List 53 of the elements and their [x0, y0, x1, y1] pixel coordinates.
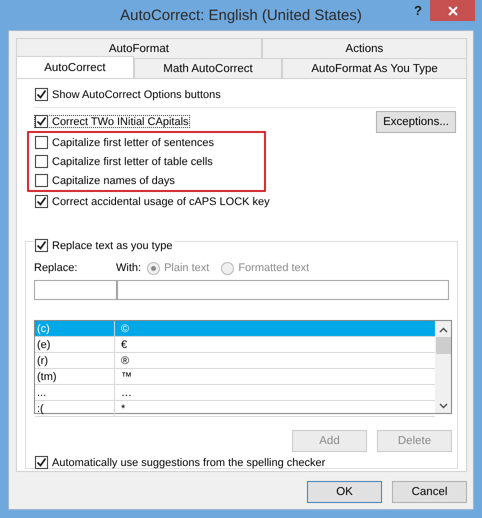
scroll-thumb[interactable]	[436, 337, 450, 354]
checkbox[interactable]	[35, 88, 48, 101]
tab[interactable]: Math AutoCorrect	[134, 58, 282, 78]
tab[interactable]: AutoFormat	[16, 38, 262, 58]
with-field[interactable]	[118, 280, 449, 300]
table-cell: (c)	[35, 321, 115, 336]
checkbox[interactable]	[35, 174, 48, 187]
exceptions-button[interactable]: Exceptions...	[376, 110, 456, 132]
close-button[interactable]	[430, 0, 475, 21]
checkbox-option[interactable]: Correct TWo INitial CApitals	[34, 115, 190, 128]
table-cell-text: ™	[120, 370, 132, 382]
scrollbar[interactable]	[435, 321, 451, 413]
table-cell-text: ©	[120, 322, 130, 334]
checkbox[interactable]	[35, 155, 48, 168]
window-title: AutoCorrect: English (United States)	[120, 6, 362, 24]
table-cell-text: ®	[120, 354, 130, 366]
scroll-down-icon[interactable]	[438, 403, 448, 409]
checkbox[interactable]	[35, 239, 48, 252]
checkbox[interactable]	[35, 195, 48, 208]
table-cell: (e)	[35, 337, 115, 352]
table-cell: ...	[35, 385, 115, 400]
tab[interactable]: Actions	[262, 38, 467, 58]
checkbox-option[interactable]: Automatically use suggestions from the spelling checker	[34, 456, 326, 469]
list-row[interactable]: ... …	[35, 385, 435, 401]
checkbox-option[interactable]: Capitalize first letter of table cells	[34, 155, 214, 168]
table-cell-text: …	[120, 386, 132, 398]
list-row[interactable]: (tm) ™	[35, 369, 435, 385]
checkbox[interactable]	[35, 136, 48, 149]
list-row[interactable]: (e) €	[35, 337, 435, 353]
checkbox[interactable]	[35, 456, 48, 469]
tab[interactable]: AutoFormat As You Type	[282, 58, 467, 78]
table-cell-text: *	[120, 402, 126, 414]
with-label: With:	[116, 262, 142, 274]
table-cell: (r)	[35, 353, 115, 368]
table-cell: :(	[35, 401, 115, 416]
help-button[interactable]: ?	[410, 3, 426, 18]
checkbox-option[interactable]: Capitalize names of days	[34, 174, 176, 187]
checkbox-option[interactable]: Replace text as you type	[34, 239, 176, 252]
replace-field[interactable]	[34, 280, 118, 300]
checkbox-option[interactable]: Show AutoCorrect Options buttons	[34, 88, 222, 101]
checkbox[interactable]	[35, 115, 48, 128]
scroll-up-icon[interactable]	[438, 327, 448, 333]
cancel-button[interactable]: Cancel	[392, 481, 467, 503]
table-cell-text: €	[120, 338, 128, 350]
tab[interactable]: AutoCorrect	[16, 56, 134, 78]
list-row[interactable]: :( *	[35, 401, 435, 417]
checkbox-option[interactable]: Correct accidental usage of cAPS LOCK key	[34, 195, 271, 208]
replace-label: Replace:	[34, 262, 78, 274]
checkbox-option[interactable]: Capitalize first letter of sentences	[34, 136, 216, 149]
close-icon	[446, 4, 458, 16]
table-cell: (tm)	[35, 369, 115, 384]
ok-button[interactable]: OK	[307, 481, 382, 503]
list-row[interactable]: (r) ®	[35, 353, 435, 369]
